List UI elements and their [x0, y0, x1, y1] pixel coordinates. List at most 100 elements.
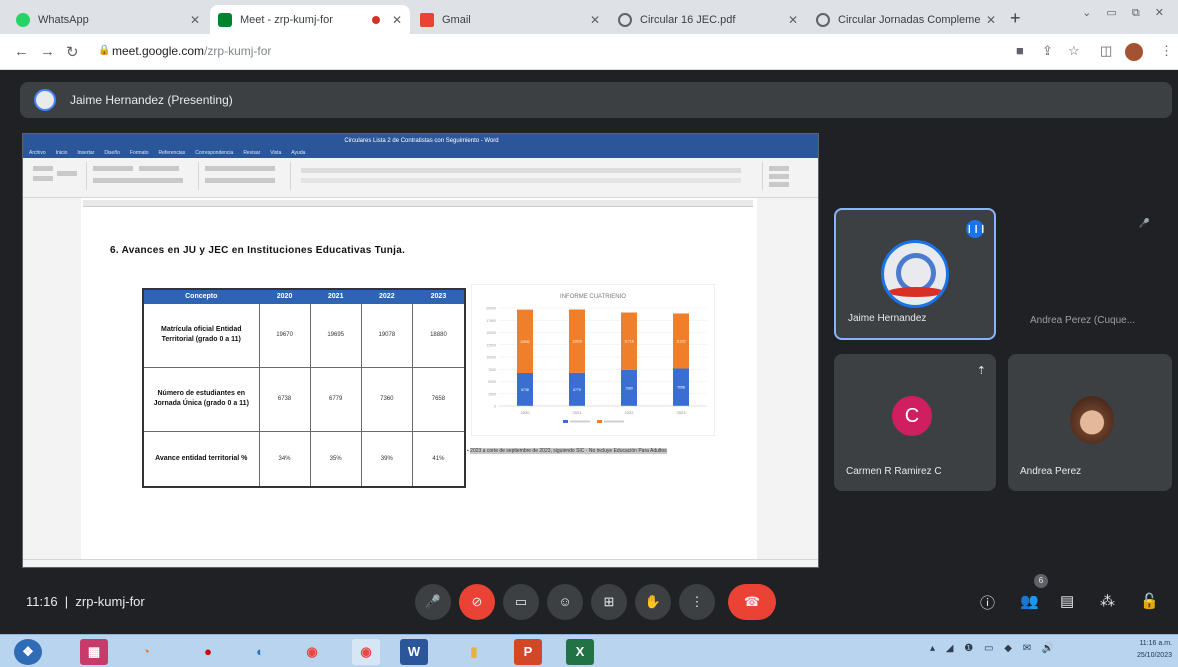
star-icon[interactable]: ☆ [1068, 43, 1080, 59]
system-tray[interactable]: ▴ ◢ ❶ ▭ ◆ ✉ 🔊 [930, 643, 1058, 654]
menu-item: Archivo [29, 150, 46, 156]
chart-note: ▪ 2023 a corte de septiembre de 2023, si… [467, 448, 667, 454]
tab-circular-jornadas[interactable]: Circular Jornadas Complementarias ✕ [808, 5, 1004, 34]
chart-title: INFORME CUATRIENIO [560, 294, 626, 300]
excel-icon[interactable]: X [566, 639, 594, 665]
participant-photo [1070, 396, 1114, 444]
table-header: Concepto [142, 288, 260, 304]
tab-title: Circular 16 JEC.pdf [640, 13, 736, 26]
participant-initial-avatar: C [892, 396, 932, 436]
y-tick-label: 12500 [486, 343, 496, 347]
close-icon[interactable]: ✕ [590, 13, 600, 27]
table-cell: 39% [360, 430, 413, 488]
y-tick-label: 5000 [488, 380, 496, 384]
sidebar-icon[interactable]: ◫ [1100, 43, 1112, 59]
mic-button[interactable]: 🎤 [415, 584, 451, 620]
tab-circular-pdf[interactable]: Circular 16 JEC.pdf ✕ [610, 5, 806, 34]
table-cell: 7360 [360, 366, 413, 432]
window-controls[interactable]: ⌄ ▭ ⧉ ✕ [1082, 6, 1170, 20]
x-tick-label: 2022 [625, 410, 635, 415]
camera-icon[interactable]: ■ [1016, 43, 1024, 58]
tab-title: WhatsApp [38, 13, 89, 26]
info-icon[interactable]: ⓘ [980, 592, 995, 613]
legend-swatch [597, 420, 602, 423]
table-cell: 6779 [309, 366, 362, 432]
table-cell: 19695 [309, 302, 362, 368]
y-tick-label: 15000 [486, 331, 496, 335]
reload-icon[interactable]: ↻ [66, 43, 79, 61]
table-cell: 35% [309, 430, 362, 488]
activities-icon[interactable]: ⁂ [1100, 592, 1115, 610]
close-icon[interactable]: ✕ [392, 13, 402, 27]
close-icon[interactable]: ✕ [190, 13, 200, 27]
participant-tile[interactable]: Andrea Perez [1008, 354, 1172, 491]
data-label: 12932 [520, 340, 530, 344]
emoji-button[interactable]: ☺ [547, 584, 583, 620]
table-cell: 7658 [411, 366, 466, 432]
word-icon[interactable]: W [400, 639, 428, 665]
gmail-icon [420, 12, 434, 27]
menu-item: Correspondencia [195, 150, 234, 156]
raise-hand-button[interactable]: ✋ [635, 584, 671, 620]
table-header: 2021 [309, 288, 362, 304]
doc-heading: 6. Avances en JU y JEC en Instituciones … [110, 245, 406, 256]
back-icon[interactable]: ← [14, 43, 29, 60]
table-header: 2022 [360, 288, 413, 304]
row-label: Número de estudiantes en Jornada Única (… [142, 366, 260, 432]
menu-icon[interactable]: ⋮ [1160, 43, 1173, 59]
host-controls-icon[interactable]: 🔓 [1140, 592, 1159, 610]
url-field[interactable]: meet.google.com/zrp-kumj-for [112, 44, 271, 58]
table-cell: 34% [258, 430, 311, 488]
table-cell: 41% [411, 430, 466, 488]
ribbon-group-editing [765, 162, 815, 190]
start-button[interactable]: ❖ [14, 639, 42, 665]
tab-whatsapp[interactable]: WhatsApp ✕ [8, 5, 208, 34]
close-icon[interactable]: ✕ [788, 13, 798, 27]
participant-name: Andrea Perez (Cuque... [1030, 315, 1136, 326]
more-options-button[interactable]: ⋮ [679, 584, 715, 620]
file-explorer-icon[interactable]: ▮ [460, 639, 488, 665]
edge-icon[interactable]: ◐ [246, 639, 274, 665]
new-tab-button[interactable]: + [1010, 8, 1021, 29]
chrome-icon-active[interactable]: ◉ [352, 639, 380, 665]
legend-label-blur [570, 420, 590, 423]
ribbon-group-paragraph [201, 162, 291, 190]
table-cell: 6738 [258, 366, 311, 432]
ribbon-group-styles [293, 162, 763, 190]
clock-date: 25/10/2023 [1136, 652, 1172, 659]
tab-gmail[interactable]: Gmail ✕ [412, 5, 608, 34]
y-tick-label: 2500 [488, 392, 496, 396]
meet-icon [218, 12, 232, 27]
chrome-icon[interactable]: ◉ [298, 639, 326, 665]
meeting-code: zrp-kumj-for [75, 594, 145, 609]
powerpoint-icon[interactable]: P [514, 639, 542, 665]
taskbar-clock[interactable]: 11:16 a.m. 25/10/2023 [1137, 638, 1172, 662]
profile-avatar[interactable] [1125, 43, 1143, 61]
address-bar-row: ← → ↻ 🔒 meet.google.com/zrp-kumj-for ■ ⇪… [0, 34, 1178, 70]
tab-meet[interactable]: Meet - zrp-kumj-for ✕ [210, 5, 410, 34]
forward-icon[interactable]: → [40, 43, 55, 60]
mic-off-icon: 🎤 [1138, 218, 1150, 228]
taskbar-media-icon[interactable]: ◔ [132, 639, 160, 665]
chat-icon[interactable]: ▤ [1060, 592, 1074, 610]
menu-item: Inicio [55, 150, 68, 156]
participant-name: Carmen R Ramirez C [846, 466, 942, 477]
whatsapp-icon [16, 12, 30, 27]
pin-icon[interactable]: ⇡ [977, 364, 986, 377]
participant-tile[interactable]: ❙❙❙ Jaime Hernandez [834, 208, 996, 340]
taskbar-record-icon[interactable]: ● [194, 639, 222, 665]
participant-tile[interactable]: 🎤 Andrea Perez (Cuque... [1018, 208, 1160, 340]
captions-button[interactable]: ▭ [503, 584, 539, 620]
clock-time: 11:16 a.m. [1139, 640, 1172, 647]
menu-item: Vista [270, 150, 282, 156]
url-path: /zrp-kumj-for [204, 44, 272, 58]
share-icon[interactable]: ⇪ [1042, 43, 1053, 59]
participant-tile[interactable]: ⇡ C Carmen R Ramirez C [834, 354, 996, 491]
taskbar-app-icon[interactable]: ▦ [80, 639, 108, 665]
leave-call-button[interactable]: ☎ [728, 584, 776, 620]
camera-off-button[interactable]: ⊘ [459, 584, 495, 620]
people-icon[interactable]: 👥 [1020, 592, 1039, 610]
close-icon[interactable]: ✕ [986, 13, 996, 27]
present-button[interactable]: ⊞ [591, 584, 627, 620]
data-table: Concepto 2020 2021 2022 2023 Matrícula o… [142, 288, 466, 488]
